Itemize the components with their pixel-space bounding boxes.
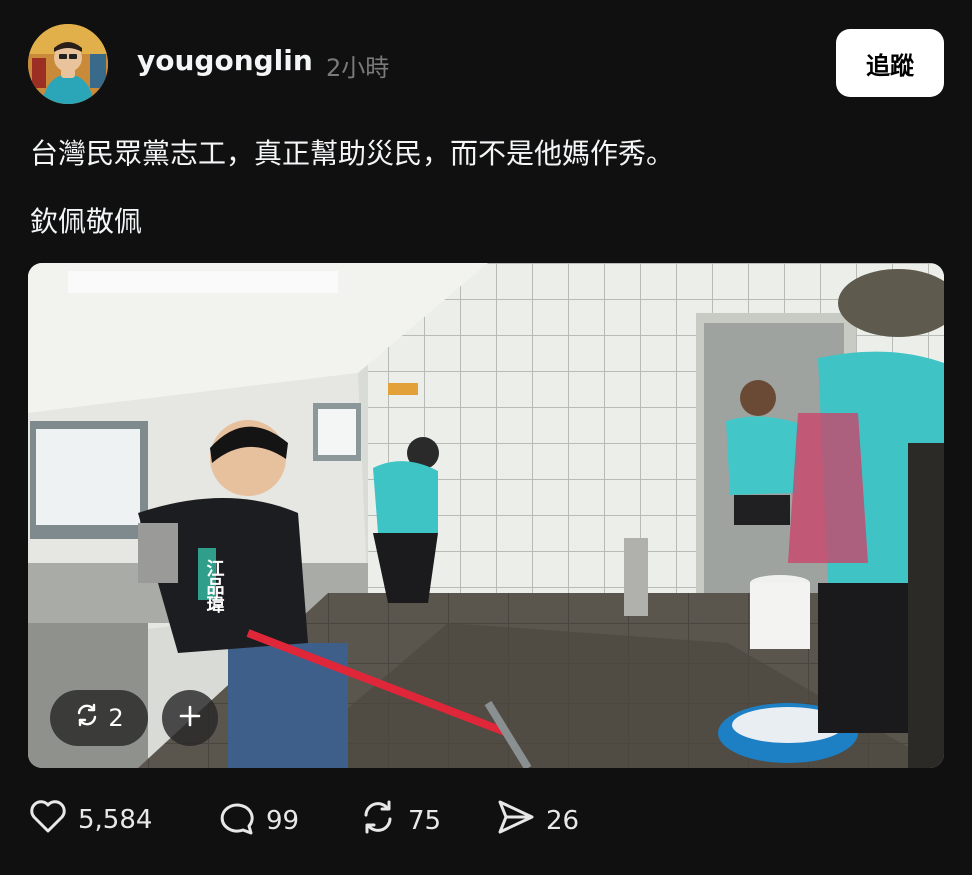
plus-icon xyxy=(178,704,202,732)
post-media-image[interactable]: 江品瑋 xyxy=(28,263,944,768)
avatar[interactable] xyxy=(28,24,108,104)
vest-print: 江品瑋 xyxy=(204,559,225,614)
share-button[interactable]: 26 xyxy=(496,798,579,843)
media-add-button[interactable] xyxy=(162,690,218,746)
share-count: 26 xyxy=(546,805,580,836)
repost-icon xyxy=(358,798,398,843)
like-count: 5,584 xyxy=(78,804,153,835)
follow-button[interactable]: 追蹤 xyxy=(836,29,944,97)
post-text-line2: 欽佩敬佩 xyxy=(30,205,143,238)
post-timestamp: 2小時 xyxy=(326,54,390,82)
username-link[interactable]: yougonglin xyxy=(137,44,313,77)
repost-count: 75 xyxy=(408,805,442,836)
send-icon xyxy=(496,798,536,843)
like-button[interactable]: 5,584 xyxy=(28,798,152,841)
repost-button[interactable]: 75 xyxy=(358,798,441,843)
reply-bubble-icon xyxy=(216,798,256,843)
repost-icon xyxy=(74,702,100,734)
media-repost-pill[interactable]: 2 xyxy=(50,690,148,746)
media-repost-count: 2 xyxy=(108,704,124,732)
post-text-line1: 台灣民眾黨志工，真正幫助災民，而不是他媽作秀。 xyxy=(30,137,675,170)
reply-button[interactable]: 99 xyxy=(216,798,299,843)
heart-icon xyxy=(28,798,68,841)
reply-count: 99 xyxy=(266,805,300,836)
